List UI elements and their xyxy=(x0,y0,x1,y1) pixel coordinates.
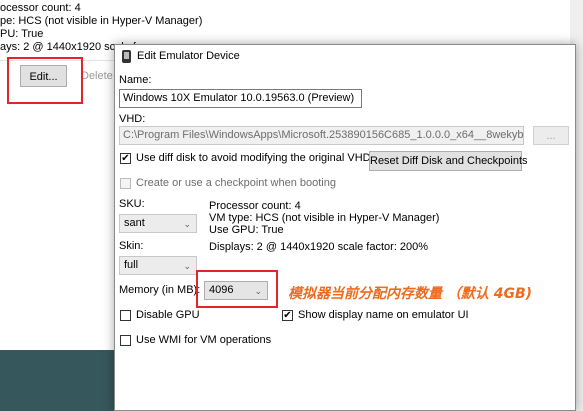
checkpoint-checkbox[interactable] xyxy=(120,178,131,189)
disable-gpu-label: Disable GPU xyxy=(136,309,200,321)
wmi-label: Use WMI for VM operations xyxy=(136,334,272,346)
chevron-down-icon: ⌄ xyxy=(183,261,191,271)
memory-annotation: 模拟器当前分配内存数量 （默认 4GB) xyxy=(288,286,533,302)
show-name-checkbox[interactable]: ✔ xyxy=(282,310,293,321)
wmi-checkbox[interactable] xyxy=(120,335,131,346)
memory-label: Memory (in MB): xyxy=(119,284,201,296)
sku-value: sant xyxy=(124,217,145,229)
bg-gpu-text: PU: True xyxy=(0,28,44,40)
memory-highlight-box xyxy=(196,270,278,308)
bg-processor-text: ocessor count: 4 xyxy=(0,2,81,14)
reset-diff-disk-button[interactable]: Reset Diff Disk and Checkpoints xyxy=(369,151,528,171)
skin-label: Skin: xyxy=(119,240,144,252)
chevron-down-icon: ⌄ xyxy=(183,219,191,229)
edit-emulator-dialog: Edit Emulator Device Name: Windows 10X E… xyxy=(114,44,576,411)
dialog-titlebar[interactable]: Edit Emulator Device xyxy=(115,45,575,68)
disable-gpu-checkbox[interactable] xyxy=(120,310,131,321)
vhd-label: VHD: xyxy=(119,113,146,125)
bg-vmtype-text: pe: HCS (not visible in Hyper-V Manager) xyxy=(0,15,203,27)
sku-select[interactable]: sant ⌄ xyxy=(119,214,197,233)
diff-disk-checkbox[interactable]: ✔ xyxy=(120,153,131,164)
name-label: Name: xyxy=(119,74,152,86)
edit-highlight-box xyxy=(7,57,83,104)
dialog-title: Edit Emulator Device xyxy=(137,50,240,62)
skin-select[interactable]: full ⌄ xyxy=(119,256,197,275)
show-name-label: Show display name on emulator UI xyxy=(298,309,469,321)
phone-icon xyxy=(122,50,131,63)
diff-disk-label: Use diff disk to avoid modifying the ori… xyxy=(136,152,371,164)
info-displays: Displays: 2 @ 1440x1920 scale factor: 20… xyxy=(209,241,429,253)
name-field[interactable]: Windows 10X Emulator 10.0.19563.0 (Previ… xyxy=(119,89,362,108)
browse-button[interactable]: ... xyxy=(533,126,569,145)
sku-label: SKU: xyxy=(119,198,145,210)
skin-value: full xyxy=(124,259,139,271)
info-use-gpu: Use GPU: True xyxy=(209,224,284,236)
vhd-field[interactable]: C:\Program Files\WindowsApps\Microsoft.2… xyxy=(119,126,524,145)
checkpoint-label: Create or use a checkpoint when booting xyxy=(136,177,336,189)
